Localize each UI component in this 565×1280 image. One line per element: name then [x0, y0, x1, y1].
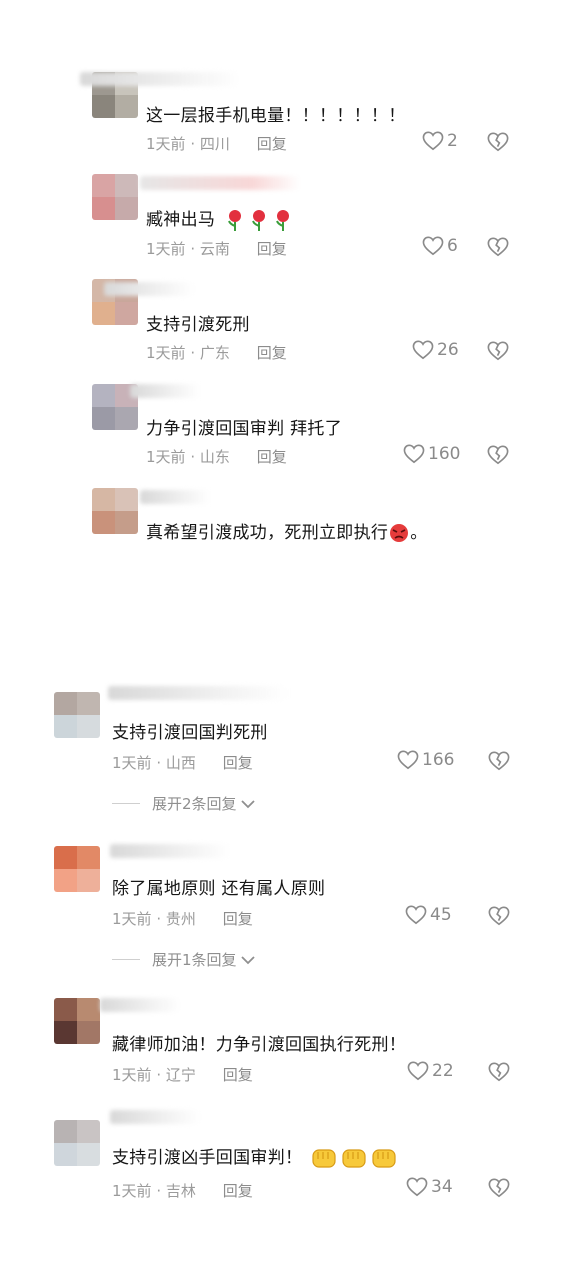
like-count: 34	[431, 1177, 453, 1197]
chevron-down-icon	[240, 799, 255, 808]
rose-emoji-icon	[227, 210, 289, 231]
comment-meta: 1天前 · 云南 回复	[146, 240, 287, 258]
expand-replies-button[interactable]: 展开1条回复	[112, 949, 256, 970]
broken-heart-icon[interactable]	[488, 1177, 510, 1199]
comment-meta: 1天前 · 山东 回复	[146, 448, 287, 466]
username-blurred[interactable]	[110, 1110, 200, 1124]
comment-text: 真希望引渡成功，死刑立即执行。	[146, 523, 428, 543]
comment-text: 力争引渡回国审判 拜托了	[146, 419, 343, 439]
reply-button[interactable]: 回复	[223, 910, 253, 928]
broken-heart-icon[interactable]	[487, 444, 509, 466]
broken-heart-icon[interactable]	[487, 236, 509, 258]
heart-outline-icon	[422, 131, 444, 151]
comment-time: 1天前	[146, 344, 186, 362]
comment-time: 1天前	[146, 135, 186, 153]
like-count: 22	[432, 1061, 454, 1081]
like-count: 45	[430, 905, 452, 925]
comment-meta: 1天前 · 贵州 回复	[112, 910, 253, 928]
like-button[interactable]: 2	[422, 131, 458, 151]
avatar[interactable]	[54, 846, 100, 892]
comment-location: 广东	[199, 344, 230, 362]
reply-button[interactable]: 回复	[223, 1182, 253, 1200]
comment-time: 1天前	[146, 240, 186, 258]
comment-location: 辽宁	[165, 1066, 196, 1084]
comment-time: 1天前	[146, 448, 186, 466]
heart-outline-icon	[412, 340, 434, 360]
comment-location: 吉林	[165, 1182, 196, 1200]
comment-time: 1天前	[112, 910, 152, 928]
comment-meta: 1天前 · 辽宁 回复	[112, 1066, 253, 1084]
comment-time: 1天前	[112, 1066, 152, 1084]
like-count: 2	[447, 131, 458, 151]
comment-time: 1天前	[112, 754, 152, 772]
avatar[interactable]	[54, 998, 100, 1044]
comment-meta: 1天前 · 山西 回复	[112, 754, 253, 772]
comment-location: 山西	[165, 754, 196, 772]
like-button[interactable]: 22	[407, 1061, 454, 1081]
fist-emoji-icon	[312, 1149, 396, 1168]
expand-replies-button[interactable]: 展开2条回复	[112, 793, 256, 814]
broken-heart-icon[interactable]	[488, 1061, 510, 1083]
comment-location: 四川	[199, 135, 230, 153]
reply-button[interactable]: 回复	[257, 135, 287, 153]
username-blurred[interactable]	[110, 844, 230, 858]
heart-outline-icon	[407, 1061, 429, 1081]
avatar[interactable]	[54, 692, 100, 738]
broken-heart-icon[interactable]	[488, 750, 510, 772]
heart-outline-icon	[397, 750, 419, 770]
like-button[interactable]: 6	[422, 236, 458, 256]
comment-meta: 1天前 · 广东 回复	[146, 344, 287, 362]
comment-location: 云南	[199, 240, 230, 258]
reply-button[interactable]: 回复	[223, 1066, 253, 1084]
comment-location: 贵州	[165, 910, 196, 928]
like-count: 166	[422, 750, 455, 770]
comment-text: 支持引渡死刑	[146, 315, 250, 335]
avatar[interactable]	[92, 488, 138, 534]
like-button[interactable]: 160	[403, 444, 460, 464]
username-blurred[interactable]	[80, 72, 240, 86]
broken-heart-icon[interactable]	[488, 905, 510, 927]
like-count: 26	[437, 340, 459, 360]
comment-meta: 1天前 · 吉林 回复	[112, 1182, 253, 1200]
reply-button[interactable]: 回复	[257, 240, 287, 258]
username-blurred[interactable]	[130, 384, 200, 398]
avatar[interactable]	[92, 174, 138, 220]
like-button[interactable]: 45	[405, 905, 452, 925]
comment-text: 这一层报手机电量！！！！！！！	[146, 106, 406, 126]
like-button[interactable]: 26	[412, 340, 459, 360]
comment-time: 1天前	[112, 1182, 152, 1200]
username-blurred[interactable]	[140, 176, 300, 190]
like-button[interactable]: 34	[406, 1177, 453, 1197]
heart-outline-icon	[405, 905, 427, 925]
angry-face-emoji-icon	[390, 524, 409, 542]
broken-heart-icon[interactable]	[487, 340, 509, 362]
comment-meta: 1天前 · 四川 回复	[146, 135, 287, 153]
reply-button[interactable]: 回复	[223, 754, 253, 772]
heart-outline-icon	[406, 1177, 428, 1197]
username-blurred[interactable]	[140, 490, 210, 504]
comment-text: 支持引渡凶手回国审判！	[112, 1143, 400, 1170]
username-blurred[interactable]	[108, 686, 288, 700]
comment-location: 山东	[199, 448, 230, 466]
comment-text: 藏律师加油！力争引渡回国执行死刑！	[112, 1035, 407, 1055]
reply-button[interactable]: 回复	[257, 448, 287, 466]
like-button[interactable]: 166	[397, 750, 454, 770]
comment-text: 支持引渡回国判死刑	[112, 723, 268, 743]
broken-heart-icon[interactable]	[487, 131, 509, 153]
like-count: 160	[428, 444, 461, 464]
heart-outline-icon	[422, 236, 444, 256]
username-blurred[interactable]	[104, 282, 194, 296]
comment-text: 臧神出马	[146, 205, 295, 232]
chevron-down-icon	[240, 955, 255, 964]
comment-text: 除了属地原则 还有属人原则	[112, 879, 326, 899]
reply-button[interactable]: 回复	[257, 344, 287, 362]
like-count: 6	[447, 236, 458, 256]
username-blurred[interactable]	[100, 998, 180, 1012]
avatar[interactable]	[54, 1120, 100, 1166]
heart-outline-icon	[403, 444, 425, 464]
